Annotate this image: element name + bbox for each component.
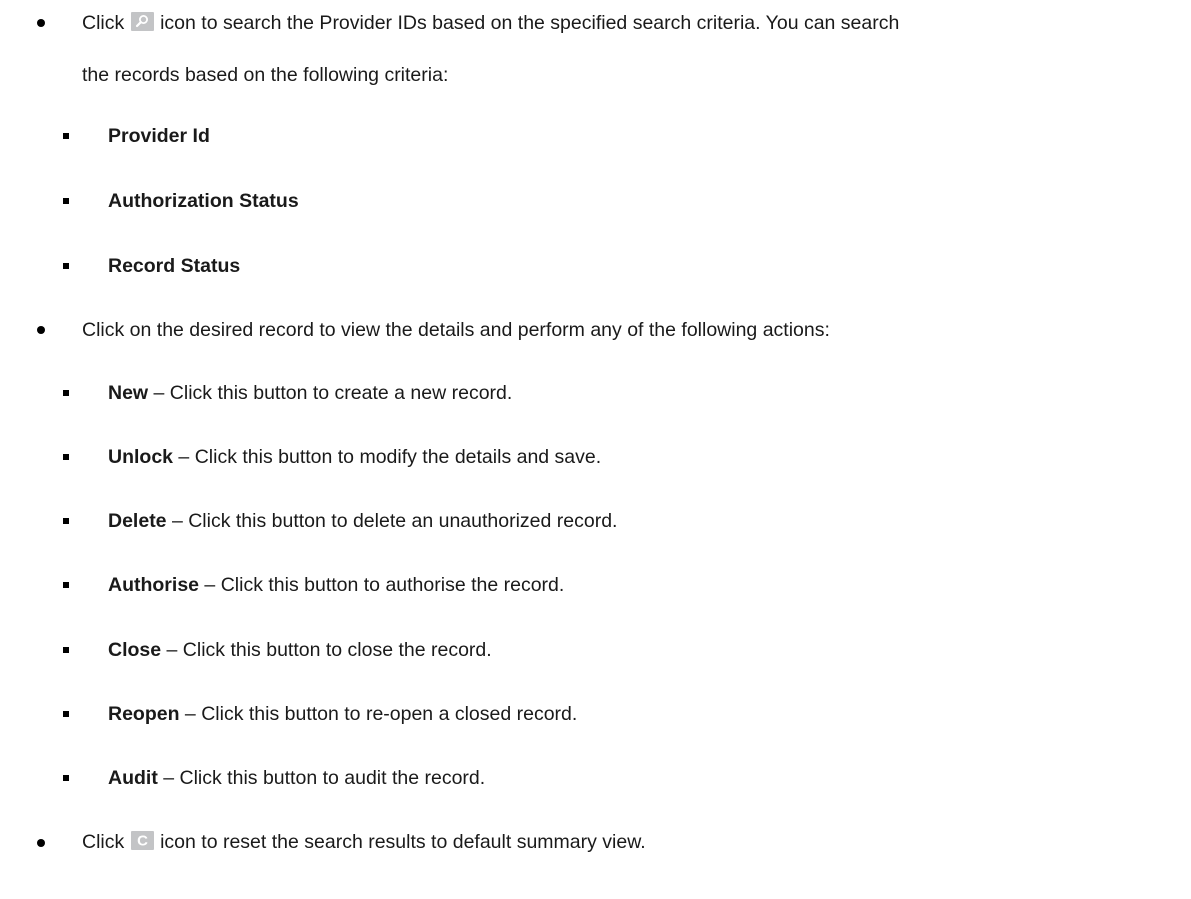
square-bullet bbox=[63, 775, 69, 781]
action-authorise: Authorise – Click this button to authori… bbox=[108, 573, 564, 597]
bullet bbox=[37, 19, 45, 27]
action-name: Authorise bbox=[108, 574, 200, 596]
action-audit: Audit – Click this button to audit the r… bbox=[108, 766, 485, 790]
square-bullet bbox=[63, 518, 69, 524]
action-desc: Click this button to re-open a closed re… bbox=[201, 703, 578, 725]
action-name: New bbox=[108, 382, 149, 404]
search-instruction-line2: the records based on the following crite… bbox=[82, 64, 449, 86]
reset-instruction: Click C icon to reset the search results… bbox=[82, 830, 646, 854]
square-bullet bbox=[63, 454, 69, 460]
action-sep: – bbox=[161, 639, 183, 661]
svg-text:C: C bbox=[137, 833, 148, 850]
reset-icon: C bbox=[130, 831, 154, 850]
action-desc: Click this button to create a new record… bbox=[169, 382, 513, 404]
action-desc: Click this button to authorise the recor… bbox=[220, 574, 565, 596]
action-desc: Click this button to delete an unauthori… bbox=[188, 510, 618, 532]
criteria-record-status: Record Status bbox=[108, 255, 241, 277]
action-desc: Click this button to modify the details … bbox=[194, 446, 602, 468]
square-bullet bbox=[63, 198, 69, 204]
record-instruction: Click on the desired record to view the … bbox=[82, 319, 830, 341]
search-instruction-line1: Click icon to search the Provider IDs ba… bbox=[82, 11, 899, 35]
bullet bbox=[37, 839, 45, 847]
action-delete: Delete – Click this button to delete an … bbox=[108, 509, 617, 533]
action-close: Close – Click this button to close the r… bbox=[108, 638, 492, 662]
action-sep: – bbox=[157, 767, 180, 789]
action-sep: – bbox=[148, 382, 170, 404]
square-bullet bbox=[63, 582, 69, 588]
square-bullet bbox=[63, 263, 69, 269]
action-reopen: Reopen – Click this button to re-open a … bbox=[108, 702, 577, 726]
action-name: Reopen bbox=[108, 703, 180, 725]
action-sep: – bbox=[173, 446, 195, 468]
action-name: Audit bbox=[108, 767, 158, 789]
action-desc: Click this button to audit the record. bbox=[179, 767, 486, 789]
action-desc: Click this button to close the record. bbox=[182, 639, 492, 661]
action-name: Close bbox=[108, 639, 162, 661]
square-bullet bbox=[63, 390, 69, 396]
criteria-provider-id: Provider Id bbox=[108, 125, 210, 147]
search-instruction-prefix: Click bbox=[82, 12, 130, 34]
reset-instruction-rest: icon to reset the search results to defa… bbox=[154, 831, 646, 853]
square-bullet bbox=[63, 711, 69, 717]
search-icon bbox=[130, 12, 154, 31]
action-sep: – bbox=[179, 703, 202, 725]
action-name: Delete bbox=[108, 510, 167, 532]
criteria-authorization-status: Authorization Status bbox=[108, 190, 299, 212]
action-sep: – bbox=[199, 574, 221, 596]
bullet bbox=[37, 326, 45, 334]
square-bullet bbox=[63, 647, 69, 653]
action-new: New – Click this button to create a new … bbox=[108, 381, 512, 405]
action-sep: – bbox=[166, 510, 189, 532]
search-instruction-rest: icon to search the Provider IDs based on… bbox=[154, 12, 900, 34]
action-unlock: Unlock – Click this button to modify the… bbox=[108, 445, 601, 469]
square-bullet bbox=[63, 133, 69, 139]
reset-instruction-prefix: Click bbox=[82, 831, 130, 853]
action-name: Unlock bbox=[108, 446, 174, 468]
